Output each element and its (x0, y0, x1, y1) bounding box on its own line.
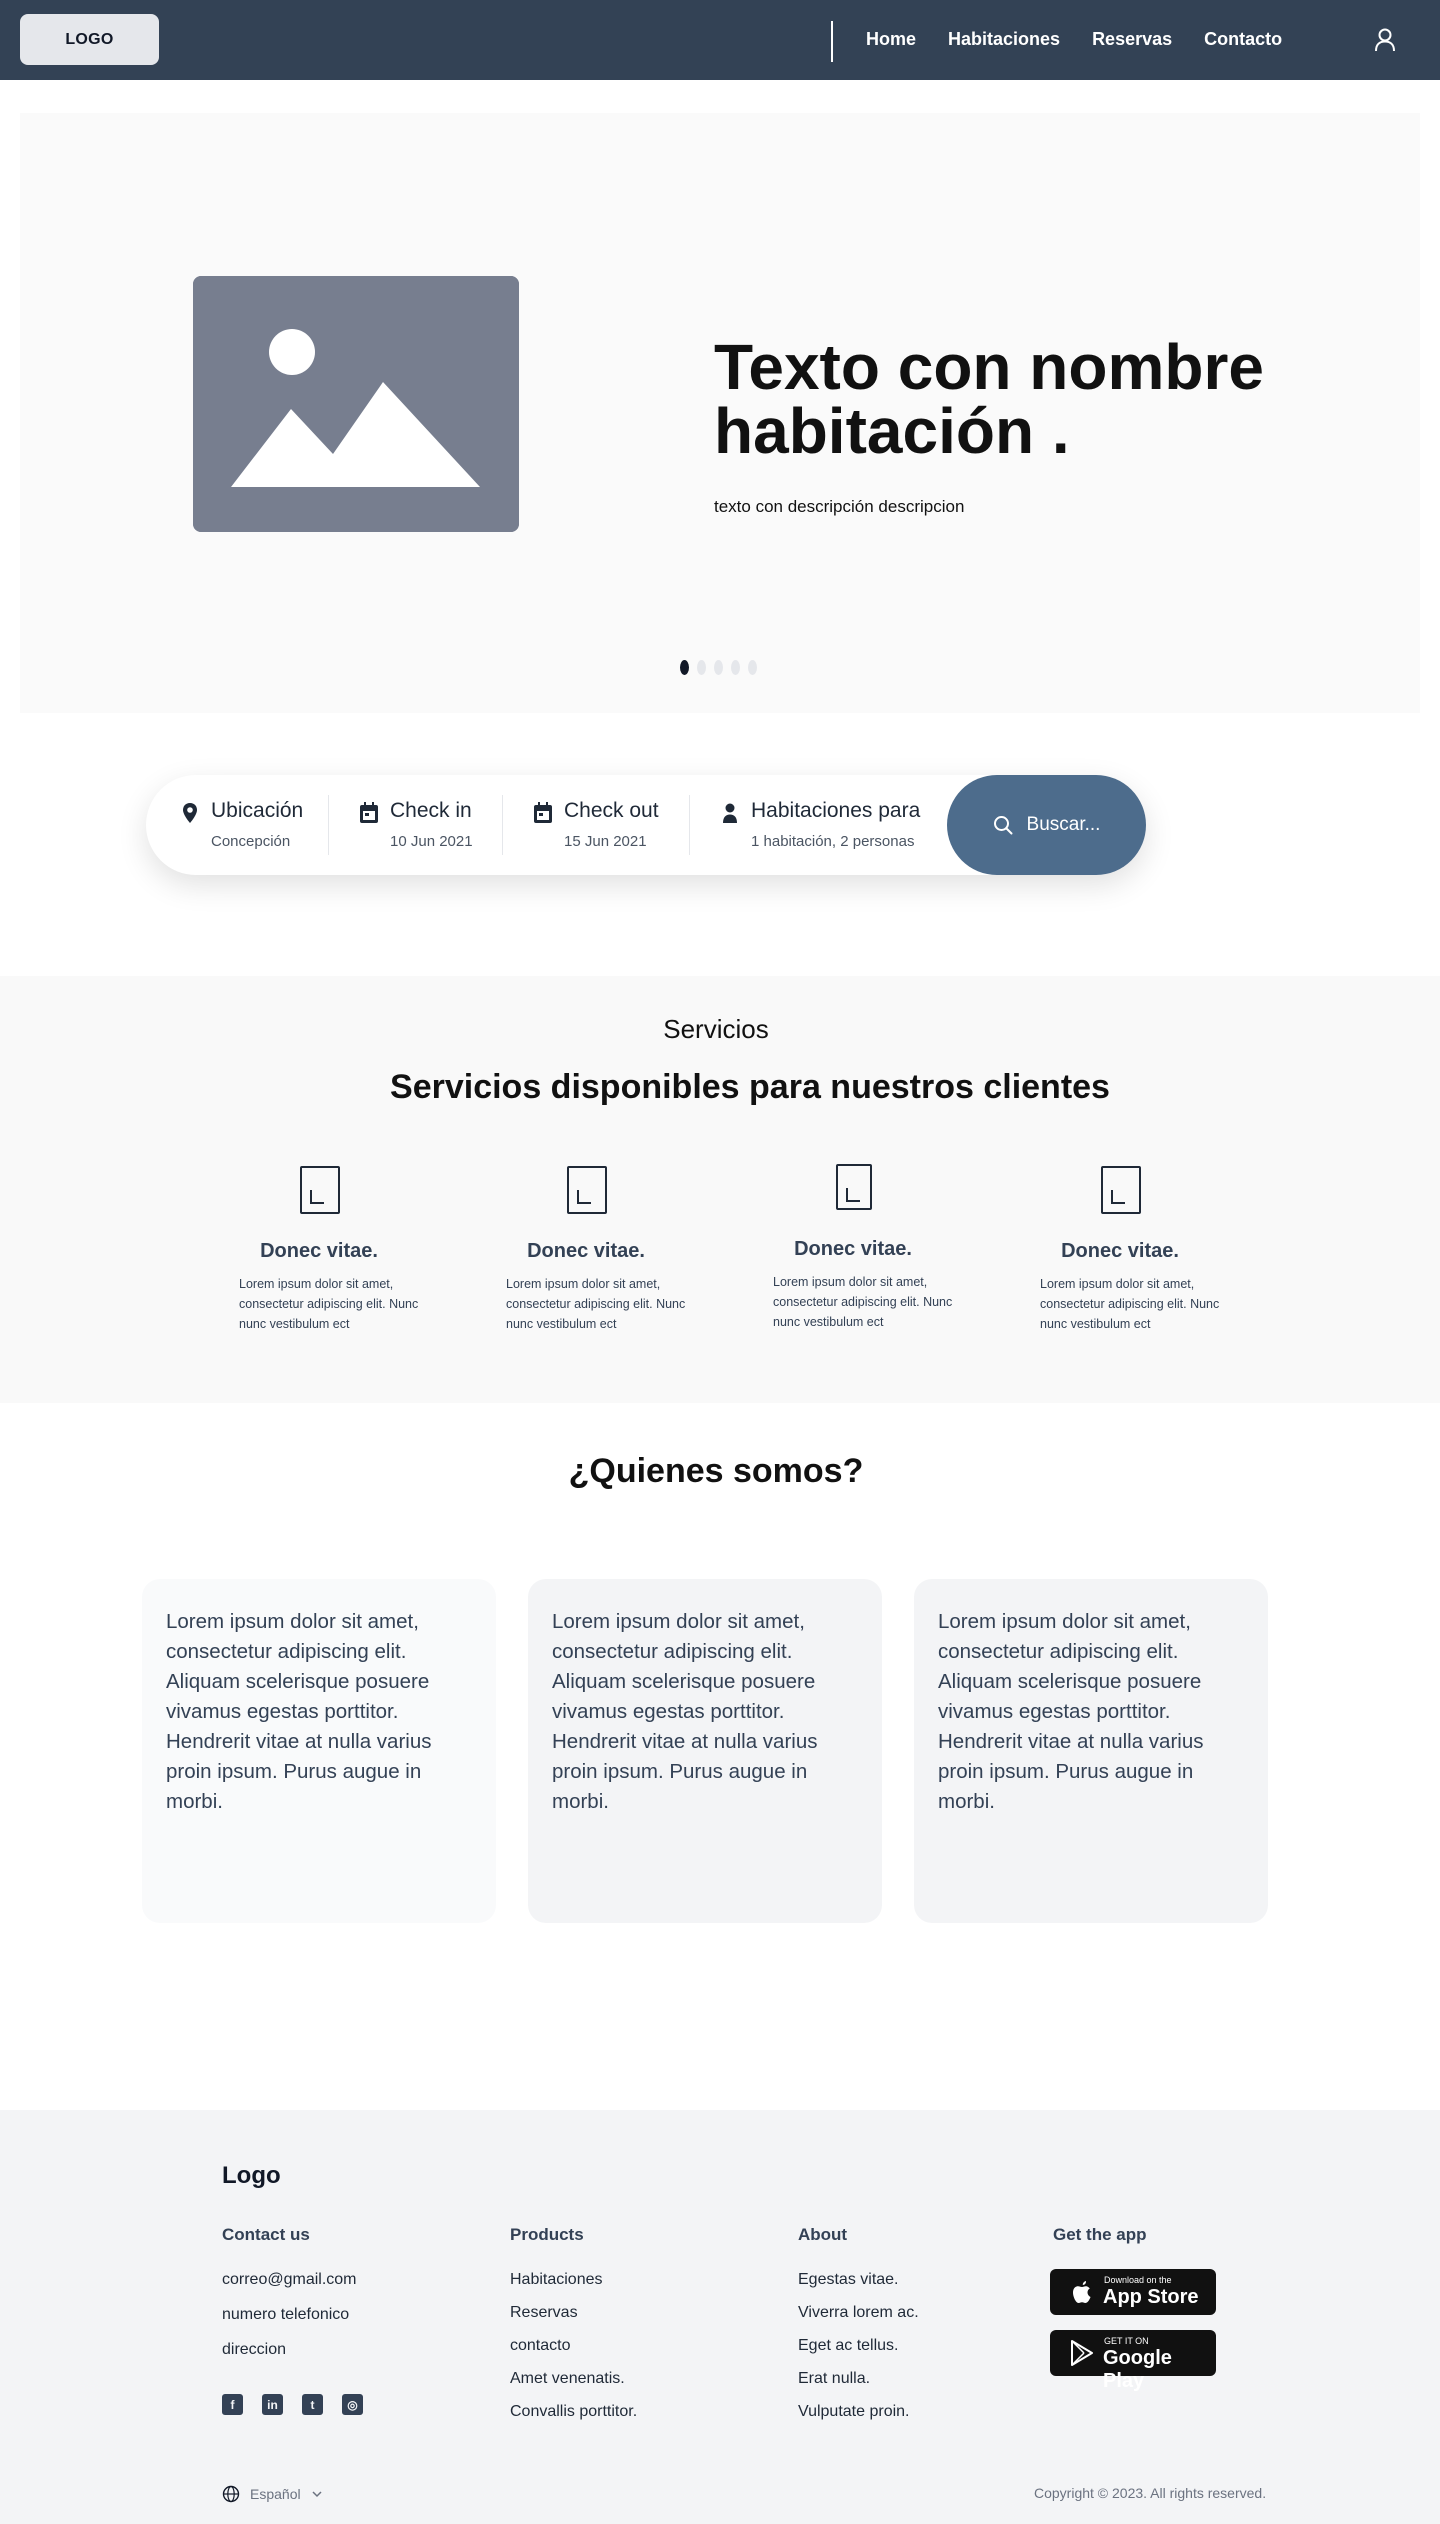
carousel-dot[interactable] (680, 660, 689, 675)
nav-reservas[interactable]: Reservas (1092, 29, 1172, 50)
check-out-label: Check out (564, 799, 659, 822)
services-title: Servicios disponibles para nuestros clie… (390, 1068, 1110, 1106)
field-divider (689, 795, 690, 855)
social-links: f in t ◎ (222, 2394, 363, 2415)
globe-icon (222, 2485, 240, 2503)
footer-link[interactable]: Egestas vitae. (798, 2271, 919, 2289)
linkedin-icon[interactable]: in (262, 2394, 283, 2415)
service-title: Donec vitae. (527, 1240, 645, 1262)
language-selector[interactable]: Español (222, 2485, 323, 2503)
image-placeholder-icon (193, 276, 519, 532)
nav-home[interactable]: Home (866, 29, 916, 50)
about-title: ¿Quienes somos? (568, 1452, 864, 1490)
person-icon (723, 803, 737, 823)
service-title: Donec vitae. (1061, 1240, 1179, 1262)
products-heading: Products (510, 2225, 584, 2244)
user-icon[interactable] (1374, 28, 1396, 52)
document-icon (567, 1166, 607, 1214)
search-button[interactable]: Buscar... (947, 775, 1146, 875)
location-value: Concepción (211, 833, 291, 850)
hero-title: Texto con nombre habitación . (714, 331, 1264, 467)
search-icon (993, 816, 1013, 835)
service-title: Donec vitae. (794, 1238, 912, 1260)
top-navbar: LOGO Home Habitaciones Reservas Contacto (0, 0, 1440, 80)
service-text: Lorem ipsum dolor sit amet, consectetur … (506, 1277, 686, 1331)
search-button-label: Buscar... (1026, 814, 1101, 835)
nav-divider (831, 21, 833, 62)
service-text: Lorem ipsum dolor sit amet, consectetur … (773, 1275, 953, 1329)
check-in-value: 10 Jun 2021 (390, 833, 473, 850)
carousel-dots (680, 660, 757, 675)
contact-address[interactable]: direccion (222, 2341, 357, 2359)
language-label: Español (250, 2486, 301, 2502)
document-icon (1101, 1166, 1141, 1214)
carousel-dot[interactable] (731, 660, 740, 675)
copyright: Copyright © 2023. All rights reserved. (1034, 2485, 1267, 2501)
footer-link[interactable]: Habitaciones (510, 2271, 637, 2289)
footer-get-app: Get the app (1053, 2225, 1147, 2271)
field-divider (502, 795, 503, 855)
about-card: Lorem ipsum dolor sit amet, consectetur … (528, 1579, 882, 1923)
main-nav: Home Habitaciones Reservas Contacto (866, 29, 1282, 50)
twitter-icon[interactable]: t (302, 2394, 323, 2415)
google-play-icon (1071, 2340, 1093, 2366)
carousel-dot[interactable] (714, 660, 723, 675)
footer-link[interactable]: contacto (510, 2337, 637, 2355)
services-kicker: Servicios (663, 1014, 769, 1044)
footer-about: About Egestas vitae. Viverra lorem ac. E… (798, 2225, 919, 2436)
rooms-guests-value: 1 habitación, 2 personas (751, 833, 915, 850)
instagram-icon[interactable]: ◎ (342, 2394, 363, 2415)
document-icon (836, 1164, 872, 1210)
footer-link[interactable]: Convallis porttitor. (510, 2403, 637, 2421)
logo-button[interactable]: LOGO (20, 14, 159, 65)
footer: Logo Contact us correo@gmail.com numero … (0, 2110, 1440, 2524)
document-icon (300, 1166, 340, 1214)
field-divider (328, 795, 329, 855)
footer-link[interactable]: Reservas (510, 2304, 637, 2322)
chevron-down-icon (312, 2491, 322, 2498)
booking-search-bar: Ubicación Concepción Check in 10 Jun 202… (146, 775, 1146, 875)
about-card: Lorem ipsum dolor sit amet, consectetur … (914, 1579, 1268, 1923)
contact-phone[interactable]: numero telefonico (222, 2306, 357, 2324)
footer-link[interactable]: Amet venenatis. (510, 2370, 637, 2388)
footer-link[interactable]: Erat nulla. (798, 2370, 919, 2388)
check-in-label: Check in (390, 799, 472, 822)
services-section: Servicios Servicios disponibles para nue… (0, 976, 1440, 1403)
app-store-small: Download on the (1104, 2275, 1172, 2285)
get-app-heading: Get the app (1053, 2225, 1147, 2244)
location-label: Ubicación (211, 799, 304, 822)
footer-link[interactable]: Vulputate proin. (798, 2403, 919, 2421)
footer-link[interactable]: Eget ac tellus. (798, 2337, 919, 2355)
service-text: Lorem ipsum dolor sit amet, consectetur … (239, 1277, 419, 1331)
calendar-icon (360, 802, 378, 823)
nav-habitaciones[interactable]: Habitaciones (948, 29, 1060, 50)
apple-icon (1073, 2281, 1091, 2303)
contact-email[interactable]: correo@gmail.com (222, 2271, 357, 2289)
service-text: Lorem ipsum dolor sit amet, consectetur … (1040, 1277, 1220, 1331)
rooms-guests-label: Habitaciones para (751, 799, 921, 822)
contact-heading: Contact us (222, 2225, 310, 2244)
check-out-value: 15 Jun 2021 (564, 833, 647, 850)
hero-carousel: Texto con nombre habitación . texto con … (20, 113, 1420, 713)
footer-link[interactable]: Viverra lorem ac. (798, 2304, 919, 2322)
hero-subtitle: texto con descripción descripcion (714, 497, 965, 516)
service-title: Donec vitae. (260, 1240, 378, 1262)
carousel-dot[interactable] (748, 660, 757, 675)
calendar-icon (534, 802, 552, 823)
about-card: Lorem ipsum dolor sit amet, consectetur … (142, 1579, 496, 1923)
app-store-big: App Store (1103, 2286, 1199, 2308)
google-play-big: Google Play (1103, 2347, 1172, 2392)
app-store-button[interactable]: Download on the App Store (1050, 2269, 1216, 2315)
footer-contact: Contact us correo@gmail.com numero telef… (222, 2225, 357, 2376)
footer-products: Products Habitaciones Reservas contacto … (510, 2225, 637, 2436)
nav-contacto[interactable]: Contacto (1204, 29, 1282, 50)
footer-logo: Logo (222, 2162, 281, 2189)
map-pin-icon (183, 803, 197, 823)
google-play-button[interactable]: GET IT ON Google Play (1050, 2330, 1216, 2392)
facebook-icon[interactable]: f (222, 2394, 243, 2415)
google-play-small: GET IT ON (1104, 2336, 1149, 2346)
carousel-dot[interactable] (697, 660, 706, 675)
about-heading: About (798, 2225, 848, 2244)
